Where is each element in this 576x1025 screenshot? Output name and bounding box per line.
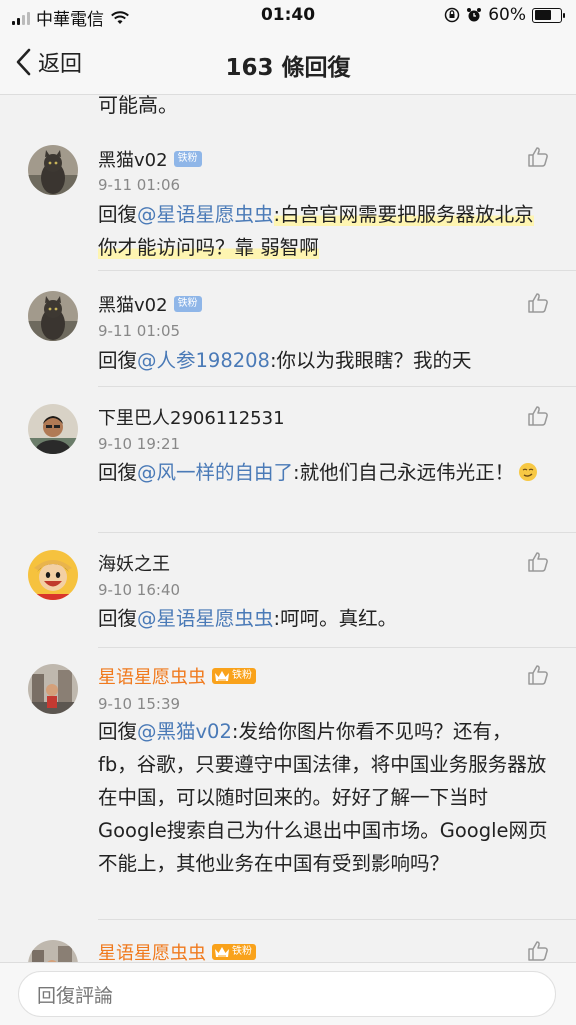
comment-list[interactable]: 可能高。 黑猫v02 铁粉 9-11 01:06 回復@星语星愿虫虫:白宫官网需… xyxy=(0,95,576,965)
avatar[interactable] xyxy=(28,550,78,600)
fan-badge: 铁粉 xyxy=(173,296,202,312)
avatar[interactable] xyxy=(28,145,78,195)
battery-icon xyxy=(532,7,565,23)
comment-time: 9-10 15:39 xyxy=(98,695,181,713)
avatar[interactable] xyxy=(28,291,78,341)
thumbs-up-icon[interactable] xyxy=(526,291,550,315)
status-right: 60% xyxy=(444,5,565,25)
mention-link[interactable]: @风一样的自由了 xyxy=(137,461,293,484)
mention-link[interactable]: @星语星愿虫虫 xyxy=(137,203,274,226)
reply-comment-input[interactable]: 回復評論 xyxy=(18,971,556,1017)
avatar[interactable] xyxy=(28,664,78,714)
divider xyxy=(98,386,576,387)
alarm-icon xyxy=(467,8,482,22)
comment-time: 9-10 16:40 xyxy=(98,581,181,599)
thumbs-up-icon[interactable] xyxy=(526,145,550,169)
crown-icon xyxy=(215,947,229,957)
fan-badge: 铁粉 xyxy=(173,151,202,167)
smirk-emoji-icon xyxy=(519,463,538,481)
mention-link[interactable]: @黑猫v02 xyxy=(137,720,232,743)
comment-username[interactable]: 黑猫v02 铁粉 xyxy=(98,146,202,172)
comment-time: 9-11 01:06 xyxy=(98,176,181,194)
rotation-lock-icon xyxy=(444,7,460,23)
vip-fan-badge: 铁粉 xyxy=(212,668,256,684)
nav-bar: 返回 163 條回復 xyxy=(0,32,576,95)
comment-time: 9-11 01:05 xyxy=(98,322,181,340)
divider xyxy=(98,919,576,920)
previous-comment-tail: 可能高。 xyxy=(98,95,178,117)
thumbs-up-icon[interactable] xyxy=(526,550,550,574)
comment-text: 回復@人参198208:你以为我眼瞎？我的天 xyxy=(98,349,472,372)
comment-text: 回復@星语星愿虫虫:白宫官网需要把服务器放北京你才能访问吗？靠 弱智啊 xyxy=(98,203,534,259)
status-bar: 中華電信 01:40 60% xyxy=(0,0,576,32)
mention-link[interactable]: @星语星愿虫虫 xyxy=(137,607,274,630)
page-title: 163 條回復 xyxy=(225,55,351,81)
comment-text: 回復@星语星愿虫虫:呵呵。真红。 xyxy=(98,607,398,630)
avatar[interactable] xyxy=(28,404,78,454)
thumbs-up-icon[interactable] xyxy=(526,939,550,963)
divider xyxy=(98,647,576,648)
comment-text: 回復@风一样的自由了:就他们自己永远伟光正！ xyxy=(98,456,548,489)
thumbs-up-icon[interactable] xyxy=(526,663,550,687)
comment-username[interactable]: 下里巴人2906112531 xyxy=(98,404,285,430)
thumbs-up-icon[interactable] xyxy=(526,404,550,428)
battery-percent: 60% xyxy=(488,5,526,25)
divider xyxy=(98,532,576,533)
reply-bar: 回復評論 xyxy=(0,962,576,1025)
mention-link[interactable]: @人参198208 xyxy=(137,349,270,372)
crown-icon xyxy=(215,671,229,681)
vip-fan-badge: 铁粉 xyxy=(212,944,256,960)
divider xyxy=(98,270,576,271)
comment-text: 回復@黑猫v02:发给你图片你看不见吗？还有，fb，谷歌，只要遵守中国法律，将中… xyxy=(98,720,548,875)
comment-username[interactable]: 黑猫v02 铁粉 xyxy=(98,291,202,317)
comment-time: 9-10 19:21 xyxy=(98,435,181,453)
comment-username[interactable]: 海妖之王 xyxy=(98,550,170,576)
comment-username[interactable]: 星语星愿虫虫 铁粉 xyxy=(98,663,256,689)
